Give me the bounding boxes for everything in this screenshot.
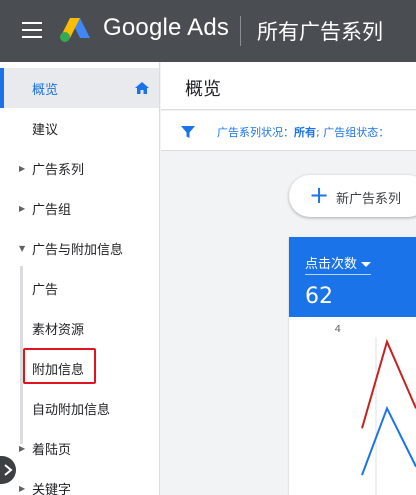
filter-icon[interactable] [180,124,196,140]
sidebar-item-label: 建议 [32,122,59,138]
filter-value: 所有 [294,126,316,139]
caret-right-icon: ▶ [19,203,26,213]
sidebar-item-ads[interactable]: 广告 [0,268,159,308]
new-campaign-label: 新广告系列 [336,192,402,207]
sidebar-item-label: 附加信息 [32,362,85,378]
caret-right-icon: ▶ [19,443,26,453]
caret-right-icon: ▶ [19,163,26,173]
sidebar-item-label: 广告系列 [32,162,85,178]
sidebar: 概览 建议 ▶ 广告系列 ▶ 广告组 ▼ 广告与附加信息 广告 素材资源 附加信… [0,62,160,495]
sidebar-item-label: 广告组 [32,202,72,218]
filter-summary[interactable]: 广告系列状况：所有; 广告组状态： [217,124,389,140]
menu-icon[interactable] [22,22,42,38]
top-bar: Google Ads 所有广告系列 [0,0,416,62]
filter-prefix: 广告系列状况： [217,126,294,139]
google-ads-logo-icon[interactable] [58,16,92,44]
chevron-right-icon [4,464,13,476]
series-line-0 [361,338,416,429]
dropdown-arrow-icon [361,262,372,267]
sidebar-item-label: 着陆页 [32,442,72,458]
caret-down-icon: ▼ [19,243,26,253]
sidebar-item-label: 自动附加信息 [32,402,111,418]
sidebar-item-landing-pages[interactable]: ▶ 着陆页 [0,428,159,468]
caret-right-icon: ▶ [19,483,26,493]
sidebar-item-ad-groups[interactable]: ▶ 广告组 [0,188,159,228]
filter-suffix: ; 广告组状态： [316,126,390,139]
sidebar-item-keywords[interactable]: ▶ 关键字 [0,468,159,495]
metric-selector[interactable]: 点击次数 [305,253,372,275]
clicks-chart: 84 [335,324,416,495]
sidebar-item-label: 关键字 [32,482,72,495]
sidebar-item-assets[interactable]: 素材资源 [0,308,159,348]
sidebar-item-recommendations[interactable]: 建议 [0,108,159,148]
y-tick-label: 4 [335,324,341,335]
sidebar-item-label: 广告 [32,282,59,298]
home-icon [135,82,149,94]
sidebar-item-ads-extensions[interactable]: ▼ 广告与附加信息 [0,228,159,268]
sidebar-item-label: 广告与附加信息 [32,242,124,258]
page-title-bar: 概览 [161,62,416,110]
sidebar-item-automated-extensions[interactable]: 自动附加信息 [0,388,159,428]
sidebar-item-overview[interactable]: 概览 [0,68,159,108]
page-context-title: 所有广告系列 [257,20,383,44]
sidebar-item-label: 素材资源 [32,322,85,338]
filter-bar[interactable]: 广告系列状况：所有; 广告组状态： [161,111,416,151]
metric-value: 62 [305,284,333,309]
sidebar-item-campaigns[interactable]: ▶ 广告系列 [0,148,159,188]
metric-header: 点击次数 62 [289,237,416,317]
new-campaign-button[interactable]: + 新广告系列 [289,175,416,217]
sidebar-item-extensions[interactable]: 附加信息 [0,348,159,388]
metric-card: 点击次数 62 84 [289,237,416,495]
page-title: 概览 [185,79,221,100]
brand-name[interactable]: Google Ads [103,14,229,42]
metric-name: 点击次数 [305,257,358,272]
sidebar-item-label: 概览 [32,82,59,98]
plus-icon: + [309,181,330,209]
header-divider [240,16,241,46]
series-line-1 [361,405,416,476]
